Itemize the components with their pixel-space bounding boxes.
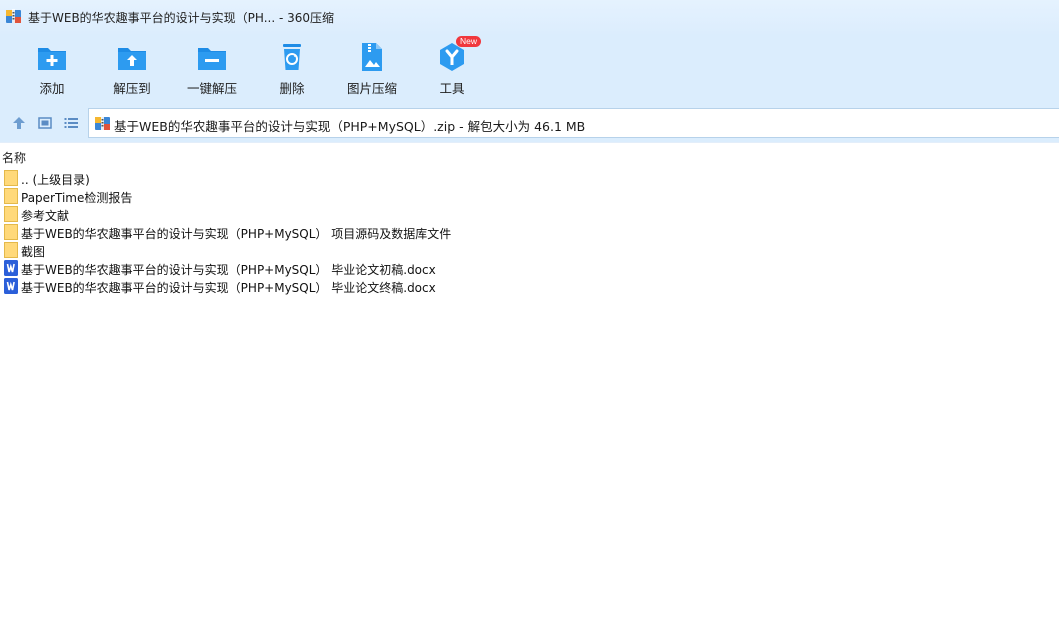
new-badge: New — [456, 36, 482, 47]
extract-to-label: 解压到 — [113, 81, 151, 96]
file-name: 基于WEB的华农趣事平台的设计与实现（PHP+MySQL） 项目源码及数据库文件 — [21, 227, 452, 241]
file-name: 参考文献 — [21, 209, 70, 223]
folder-icon — [4, 188, 18, 204]
extract-to-button[interactable]: 解压到 — [100, 38, 164, 98]
word-document-icon — [4, 278, 18, 294]
list-item[interactable]: 参考文献 — [0, 205, 1059, 223]
image-compress-button[interactable]: 图片压缩 — [340, 38, 404, 98]
tools-button[interactable]: New 工具 — [420, 36, 484, 98]
list-header: 名称 — [0, 142, 1059, 166]
folder-icon — [4, 206, 18, 222]
list-item[interactable]: PaperTime检测报告 — [0, 187, 1059, 205]
list-view-icon[interactable] — [63, 115, 79, 131]
address-bar: 基于WEB的华农趣事平台的设计与实现（PHP+MySQL）.zip - 解包大小… — [0, 104, 1059, 142]
thumbnail-view-icon[interactable] — [37, 115, 53, 131]
file-name: 基于WEB的华农趣事平台的设计与实现（PHP+MySQL） 毕业论文初稿.doc… — [21, 263, 436, 277]
file-name: 截图 — [21, 245, 46, 259]
add-folder-icon — [38, 48, 66, 70]
column-header-name[interactable]: 名称 — [2, 149, 26, 166]
delete-label: 删除 — [279, 81, 305, 96]
folder-icon — [4, 224, 18, 240]
window-title: 基于WEB的华农趣事平台的设计与实现（PH... - 360压缩 — [28, 11, 335, 25]
list-item[interactable]: 基于WEB的华农趣事平台的设计与实现（PHP+MySQL） 毕业论文初稿.doc… — [0, 259, 1059, 277]
folder-icon — [4, 170, 18, 186]
recycle-bin-icon — [283, 44, 301, 70]
zip-archive-icon — [95, 116, 110, 130]
360zip-app-icon — [6, 9, 21, 23]
list-item[interactable]: 基于WEB的华农趣事平台的设计与实现（PHP+MySQL） 毕业论文终稿.doc… — [0, 277, 1059, 295]
title-bar: 基于WEB的华农趣事平台的设计与实现（PH... - 360压缩 — [0, 0, 1059, 34]
up-arrow-icon[interactable] — [11, 115, 27, 131]
file-list: .. (上级目录) PaperTime检测报告 参考文献 基于WEB的华农趣事平… — [0, 169, 1059, 295]
list-item-parent-directory[interactable]: .. (上级目录) — [0, 169, 1059, 187]
add-button[interactable]: 添加 — [20, 38, 84, 98]
file-name: .. (上级目录) — [21, 173, 90, 187]
image-compress-label: 图片压缩 — [346, 81, 397, 96]
one-click-extract-icon — [198, 48, 226, 70]
extract-to-icon — [118, 48, 146, 70]
add-label: 添加 — [39, 81, 65, 96]
file-name: 基于WEB的华农趣事平台的设计与实现（PHP+MySQL） 毕业论文终稿.doc… — [21, 281, 436, 295]
toolbar: 添加 解压到 一键解压 删除 图片压缩 New 工具 — [0, 34, 1059, 104]
word-document-icon — [4, 260, 18, 276]
tools-label: 工具 — [439, 81, 465, 96]
folder-icon — [4, 242, 18, 258]
address-path: 基于WEB的华农趣事平台的设计与实现（PHP+MySQL）.zip - 解包大小… — [114, 119, 586, 134]
list-item[interactable]: 基于WEB的华农趣事平台的设计与实现（PHP+MySQL） 项目源码及数据库文件 — [0, 223, 1059, 241]
image-compress-icon — [362, 43, 382, 71]
one-click-extract-label: 一键解压 — [186, 81, 237, 96]
delete-button[interactable]: 删除 — [260, 38, 324, 98]
one-click-extract-button[interactable]: 一键解压 — [180, 38, 244, 98]
file-name: PaperTime检测报告 — [21, 191, 133, 205]
list-item[interactable]: 截图 — [0, 241, 1059, 259]
address-field[interactable]: 基于WEB的华农趣事平台的设计与实现（PHP+MySQL）.zip - 解包大小… — [88, 108, 1059, 138]
